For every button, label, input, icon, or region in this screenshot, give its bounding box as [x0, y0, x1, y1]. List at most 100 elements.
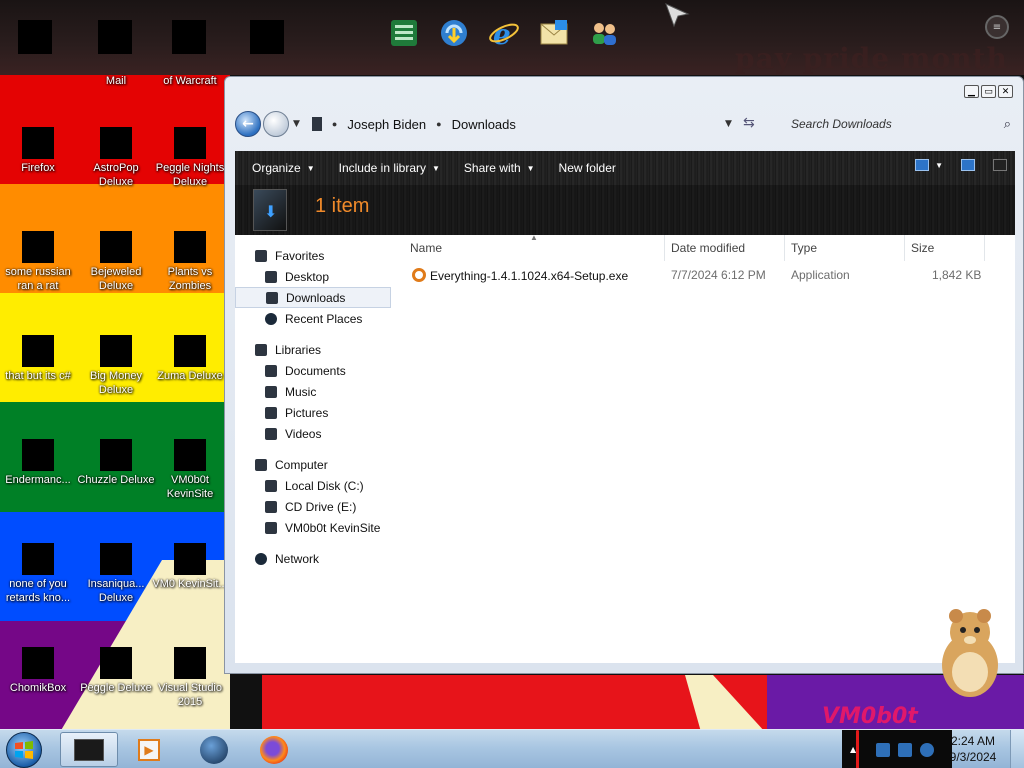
desktop-icon-vm0-kevinsite[interactable]: VM0 KevinSit...: [150, 543, 230, 591]
column-header-date[interactable]: Date modified: [671, 241, 745, 255]
maximize-button[interactable]: ▭: [981, 85, 996, 98]
nav-label: Videos: [285, 426, 322, 441]
history-dropdown-icon[interactable]: ▼: [293, 119, 300, 129]
desktop-icon-mail[interactable]: Mail: [76, 74, 156, 88]
dock-mail[interactable]: [533, 12, 575, 54]
file-list: ▲ Name Date modified Type Size Everythin…: [400, 233, 1015, 663]
nav-computer[interactable]: Computer: [235, 454, 395, 475]
nav-label: Local Disk (C:): [285, 478, 364, 493]
game-icon: [100, 127, 132, 159]
dock-internet-explorer[interactable]: e: [483, 12, 525, 54]
nav-libraries[interactable]: Libraries: [235, 339, 395, 360]
explorer-icon: [74, 738, 104, 761]
desktop-icon-label: VM0 KevinSit...: [152, 578, 228, 590]
back-button[interactable]: ←: [235, 111, 261, 137]
network-icon[interactable]: [898, 742, 913, 757]
search-input[interactable]: Search Downloads ⌕: [779, 111, 1015, 137]
documents-icon: [265, 364, 277, 377]
nav-label: CD Drive (E:): [285, 499, 357, 514]
desktop-icon-chuzzle[interactable]: Chuzzle Deluxe: [76, 439, 156, 487]
desktop-icon-csharp[interactable]: that but its c#: [0, 335, 78, 383]
desktop-icon-peggle[interactable]: Peggle Deluxe: [76, 647, 156, 695]
desktop-icon-label: Zuma Deluxe: [157, 370, 223, 382]
breadcrumb-item-downloads[interactable]: Downloads: [452, 117, 516, 132]
desktop-icon-russian-rat[interactable]: some russian ran a rat: [0, 231, 78, 293]
nav-kevinsite[interactable]: VM0b0t KevinSite: [235, 517, 395, 538]
desktop-icon-bejeweled[interactable]: Bejeweled Deluxe: [76, 231, 156, 293]
desktop-icon-endermanc[interactable]: Endermanc...: [0, 439, 78, 487]
desktop-icon-visual-studio[interactable]: Visual Studio 2015: [150, 647, 230, 709]
start-button[interactable]: [6, 732, 42, 768]
wallpaper-text: pay pride month: [735, 42, 1008, 75]
dock-users[interactable]: [583, 12, 625, 54]
forward-button[interactable]: [263, 111, 289, 137]
address-dropdown-icon[interactable]: ▼: [725, 119, 732, 129]
breadcrumb-separator-icon[interactable]: ●: [332, 119, 337, 129]
desktop-icon-image: [250, 20, 284, 54]
nav-downloads[interactable]: Downloads: [235, 287, 391, 308]
menu-icon: ≡: [992, 21, 1002, 33]
address-bar: ← ▼ ● Joseph Biden ● Downloads ▼ ⇆ Searc…: [235, 109, 1015, 139]
desktop-icon-astropop[interactable]: AstroPop Deluxe: [76, 127, 156, 189]
nav-videos[interactable]: Videos: [235, 423, 395, 444]
desktop-icon-label: Bejeweled Deluxe: [90, 266, 142, 292]
nav-recent-places[interactable]: Recent Places: [235, 308, 395, 329]
desktop-icon-firefox[interactable]: Firefox: [0, 127, 78, 175]
include-in-library-button[interactable]: Include in library ▼: [330, 161, 449, 175]
nav-local-disk[interactable]: Local Disk (C:): [235, 475, 395, 496]
new-folder-button[interactable]: New folder: [550, 161, 625, 175]
share-with-button[interactable]: Share with ▼: [455, 161, 544, 175]
desktop-icon-label: Chuzzle Deluxe: [77, 474, 155, 486]
change-view-icon[interactable]: [915, 159, 930, 171]
chevron-down-icon[interactable]: ▼: [935, 161, 943, 170]
nav-label: Pictures: [285, 405, 329, 420]
desktop-icon-chomikbox[interactable]: ChomikBox: [0, 647, 78, 695]
taskbar-explorer[interactable]: [60, 732, 118, 767]
desktop-icon-insaniquarium[interactable]: Insaniqua... Deluxe: [76, 543, 156, 605]
nav-desktop[interactable]: Desktop: [235, 266, 395, 287]
column-header-size[interactable]: Size: [911, 241, 934, 255]
breadcrumb-separator-icon[interactable]: ●: [436, 119, 441, 129]
file-size: 1,842 KB: [932, 268, 982, 282]
desktop-icon-kevinsite[interactable]: VM0b0t KevinSite: [150, 439, 230, 501]
nav-favorites[interactable]: Favorites: [235, 245, 395, 266]
help-icon[interactable]: [993, 159, 1007, 171]
file-row[interactable]: Everything-1.4.1.1024.x64-Setup.exe 7/7/…: [400, 265, 1015, 285]
column-header-name[interactable]: Name: [410, 241, 442, 255]
volume-icon[interactable]: [920, 742, 935, 757]
organize-button[interactable]: Organize ▼: [243, 161, 324, 175]
minimize-button[interactable]: ▁: [964, 85, 979, 98]
nav-cd-drive[interactable]: CD Drive (E:): [235, 496, 395, 517]
desktop-icon-warcraft[interactable]: of Warcraft: [150, 74, 230, 88]
refresh-icon[interactable]: ⇆: [743, 115, 755, 131]
taskbar-firefox[interactable]: [245, 732, 303, 767]
dock-excel[interactable]: [383, 12, 425, 54]
nav-music[interactable]: Music: [235, 381, 395, 402]
desktop-icon-label: none of you retards kno...: [5, 578, 71, 604]
search-icon[interactable]: ⌕: [1004, 116, 1011, 132]
taskbar-media-player[interactable]: ▶: [120, 732, 178, 767]
explorer-window[interactable]: ▁ ▭ ✕ ← ▼ ● Joseph Biden ● Downloads ▼ ⇆…: [224, 76, 1024, 674]
tray-app-icon[interactable]: [876, 742, 891, 757]
downloads-icon: [266, 291, 278, 304]
desktop-icon-big-money[interactable]: Big Money Deluxe: [76, 335, 156, 397]
taskbar-clock[interactable]: 2:24 AM 9/3/2024: [942, 733, 1004, 765]
close-button[interactable]: ✕: [998, 85, 1013, 98]
show-desktop-button[interactable]: [1010, 730, 1024, 768]
preview-pane-icon[interactable]: [961, 159, 975, 171]
desktop-icon-zuma[interactable]: Zuma Deluxe: [150, 335, 230, 383]
desktop-icon-peggle-nights[interactable]: Peggle Nights Deluxe: [150, 127, 230, 189]
column-header-type[interactable]: Type: [791, 241, 817, 255]
desktop-icon-plants-vs-zombies[interactable]: Plants vs Zombies: [150, 231, 230, 293]
nav-label: Libraries: [275, 342, 322, 357]
nav-pictures[interactable]: Pictures: [235, 402, 395, 423]
nav-documents[interactable]: Documents: [235, 360, 395, 381]
nav-network[interactable]: Network: [235, 548, 395, 569]
dock-internet-download[interactable]: [433, 12, 475, 54]
breadcrumb-item-user[interactable]: Joseph Biden: [347, 117, 426, 132]
computer-icon: [255, 458, 267, 471]
game-icon: [100, 543, 132, 575]
tray-toggle-button[interactable]: ≡: [985, 15, 1009, 39]
desktop-icon-none-of-you[interactable]: none of you retards kno...: [0, 543, 78, 605]
taskbar-app[interactable]: [185, 732, 243, 767]
